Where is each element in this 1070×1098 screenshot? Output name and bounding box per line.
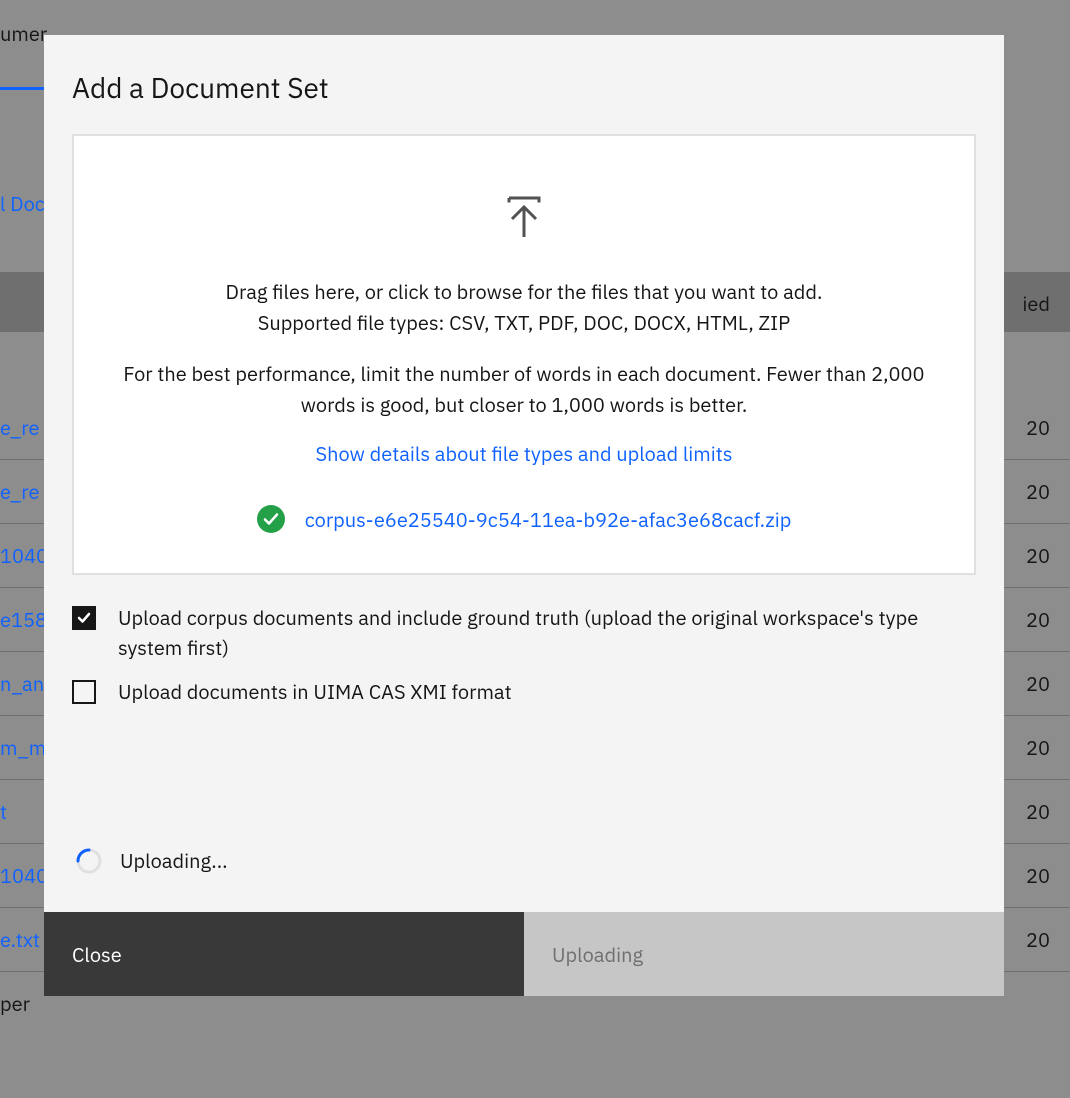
bg-row-date: 20 [1026, 478, 1050, 505]
add-document-set-modal: Add a Document Set Drag files here, or c… [44, 35, 1004, 996]
bg-row-date: 20 [1026, 926, 1050, 953]
modal-title: Add a Document Set [72, 69, 976, 106]
upload-button: Uploading [524, 912, 1004, 996]
dropzone-instructions: Drag files here, or click to browse for … [104, 276, 944, 338]
status-text: Uploading... [120, 847, 228, 874]
bg-row-date: 20 [1026, 798, 1050, 825]
bg-row-link: n_an [0, 670, 44, 697]
dropzone-performance-note: For the best performance, limit the numb… [104, 358, 944, 420]
bg-footer: per [0, 990, 30, 1017]
bg-row-date: 20 [1026, 670, 1050, 697]
upload-icon [104, 192, 944, 240]
bg-row-date: 20 [1026, 862, 1050, 889]
bg-row-link: 1040 [0, 862, 48, 889]
uima-checkbox[interactable] [72, 680, 96, 704]
bg-row-link: e158 [0, 606, 47, 633]
uima-option: Upload documents in UIMA CAS XMI format [72, 677, 976, 707]
bg-row-date: 20 [1026, 606, 1050, 633]
bg-row-date: 20 [1026, 414, 1050, 441]
ground-truth-option: Upload corpus documents and include grou… [72, 603, 976, 663]
uploaded-file-row: corpus-e6e25540-9c54-11ea-b92e-afac3e68c… [104, 505, 944, 533]
bg-row-link: e_re [0, 478, 40, 505]
bg-row-link: e.txt [0, 926, 40, 953]
bg-row-date: 20 [1026, 542, 1050, 569]
close-button[interactable]: Close [44, 912, 524, 996]
bg-row-link: m_m [0, 734, 46, 761]
show-details-link[interactable]: Show details about file types and upload… [315, 440, 732, 467]
uima-label: Upload documents in UIMA CAS XMI format [118, 677, 512, 707]
file-dropzone[interactable]: Drag files here, or click to browse for … [72, 134, 976, 575]
bg-row-date: 20 [1026, 734, 1050, 761]
bg-header-modified: ied [1022, 290, 1050, 317]
modal-body: Drag files here, or click to browse for … [44, 134, 1004, 912]
uploaded-file-name[interactable]: corpus-e6e25540-9c54-11ea-b92e-afac3e68c… [305, 506, 792, 533]
upload-options: Upload corpus documents and include grou… [72, 603, 976, 707]
bg-toolbar-link: l Doc [0, 172, 45, 235]
upload-status: Uploading... [72, 847, 976, 874]
ground-truth-label: Upload corpus documents and include grou… [118, 603, 976, 663]
modal-footer: Close Uploading [44, 912, 1004, 996]
checkmark-success-icon [257, 505, 285, 533]
ground-truth-checkbox[interactable] [72, 606, 96, 630]
modal-header: Add a Document Set [44, 35, 1004, 134]
spinner-icon [76, 848, 102, 874]
bg-row-link: t [0, 798, 7, 825]
bg-row-link: 1040 [0, 542, 48, 569]
bg-row-link: e_re [0, 414, 40, 441]
